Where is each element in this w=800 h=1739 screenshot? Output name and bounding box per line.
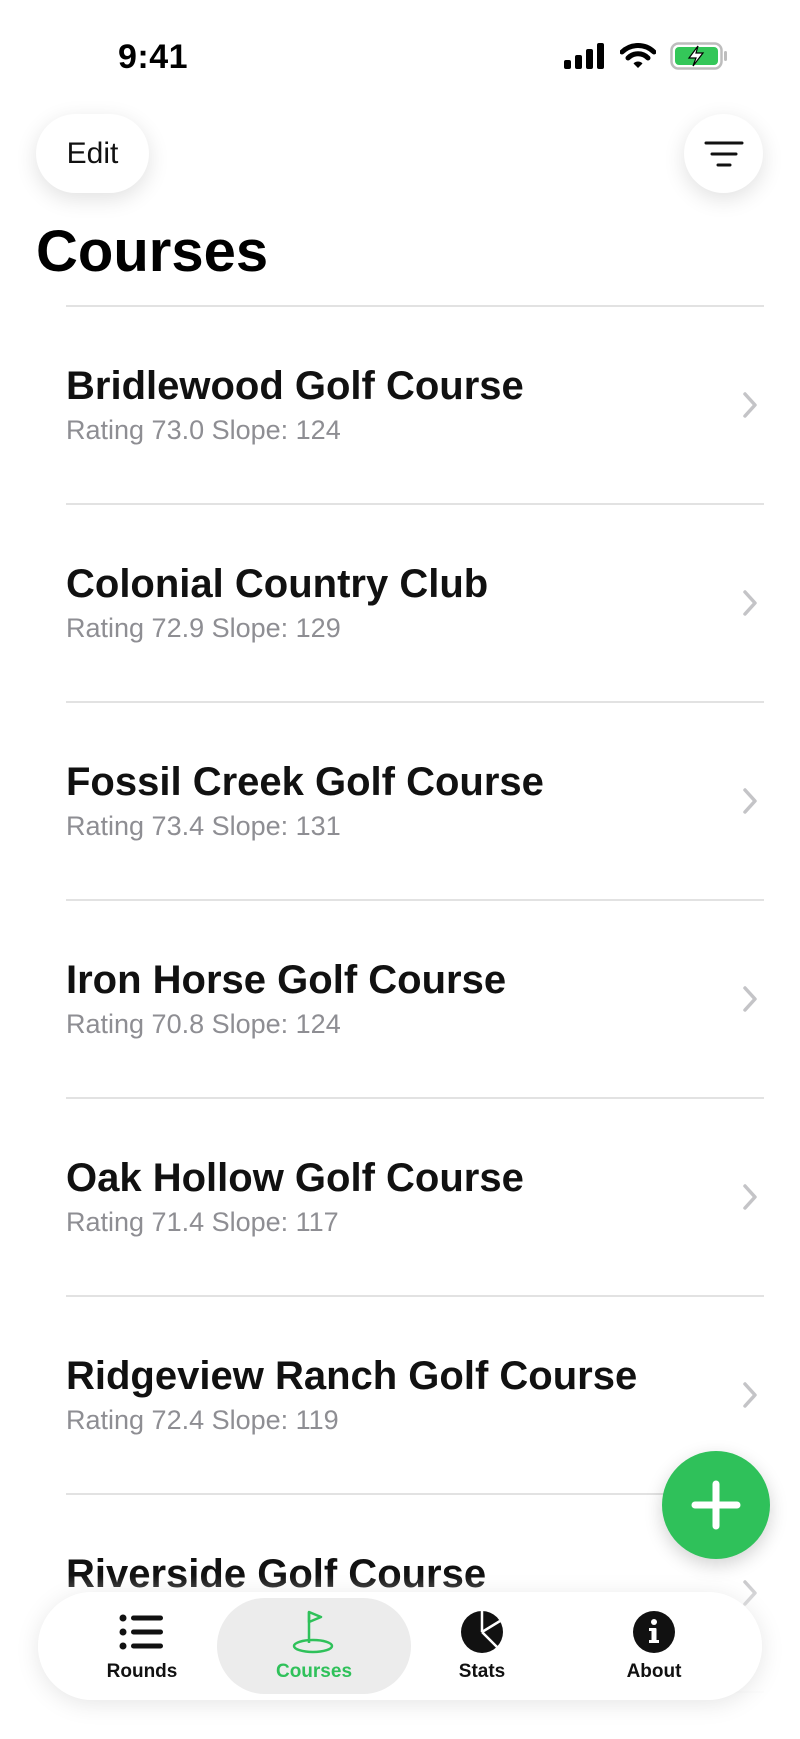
tab-label: Courses [275, 1661, 353, 1682]
golf-flag-icon [292, 1610, 334, 1654]
list-icon [119, 1614, 163, 1650]
chevron-right-icon [743, 392, 757, 418]
cellular-signal-icon [564, 43, 604, 69]
page-title: Courses [36, 219, 269, 284]
chevron-right-icon [743, 590, 757, 616]
filter-button[interactable] [684, 114, 763, 193]
wifi-icon [620, 43, 656, 68]
course-row[interactable]: Bridlewood Golf Course Rating 73.0 Slope… [66, 307, 764, 505]
course-name: Oak Hollow Golf Course [66, 1156, 524, 1200]
course-rating-slope: Rating 71.4 Slope: 117 [66, 1207, 339, 1237]
course-rating-slope: Rating 72.4 Slope: 119 [66, 1405, 339, 1435]
status-icons [564, 42, 728, 70]
course-row[interactable]: Fossil Creek Golf Course Rating 73.4 Slo… [66, 703, 764, 901]
tab-label: Rounds [106, 1661, 178, 1682]
chevron-right-icon [743, 1184, 757, 1210]
info-icon [633, 1611, 675, 1653]
course-row[interactable]: Colonial Country Club Rating 72.9 Slope:… [66, 505, 764, 703]
course-rating-slope: Rating 72.9 Slope: 129 [66, 613, 341, 643]
course-name: Colonial Country Club [66, 562, 489, 606]
tab-rounds[interactable]: Rounds [57, 1592, 227, 1700]
course-name: Fossil Creek Golf Course [66, 760, 544, 804]
tab-bar: Rounds Courses Stats About [38, 1592, 762, 1700]
course-row[interactable]: Oak Hollow Golf Course Rating 71.4 Slope… [66, 1099, 764, 1297]
pie-chart-icon [461, 1611, 503, 1653]
tab-stats[interactable]: Stats [397, 1592, 567, 1700]
battery-charging-icon [670, 42, 727, 70]
course-name: Bridlewood Golf Course [66, 364, 524, 408]
tab-about[interactable]: About [569, 1592, 739, 1700]
chevron-right-icon [743, 788, 757, 814]
status-time: 9:41 [118, 38, 189, 76]
chevron-right-icon [743, 986, 757, 1012]
course-list: Bridlewood Golf Course Rating 73.0 Slope… [66, 305, 764, 1693]
course-rating-slope: Rating 70.8 Slope: 124 [66, 1009, 341, 1039]
tab-label: About [626, 1661, 682, 1682]
edit-button[interactable]: Edit [36, 114, 149, 193]
tab-courses[interactable]: Courses [217, 1598, 411, 1694]
course-row[interactable]: Iron Horse Golf Course Rating 70.8 Slope… [66, 901, 764, 1099]
course-rating-slope: Rating 73.0 Slope: 124 [66, 415, 341, 445]
course-name: Iron Horse Golf Course [66, 958, 507, 1002]
tab-label: Stats [458, 1661, 506, 1682]
add-course-button[interactable] [662, 1451, 770, 1559]
status-bar: 9:41 [0, 0, 800, 110]
plus-icon [691, 1480, 741, 1530]
course-name: Ridgeview Ranch Golf Course [66, 1354, 638, 1398]
course-rating-slope: Rating 73.4 Slope: 131 [66, 811, 341, 841]
chevron-right-icon [743, 1382, 757, 1408]
filter-lines-icon [704, 141, 743, 166]
course-row[interactable]: Ridgeview Ranch Golf Course Rating 72.4 … [66, 1297, 764, 1495]
